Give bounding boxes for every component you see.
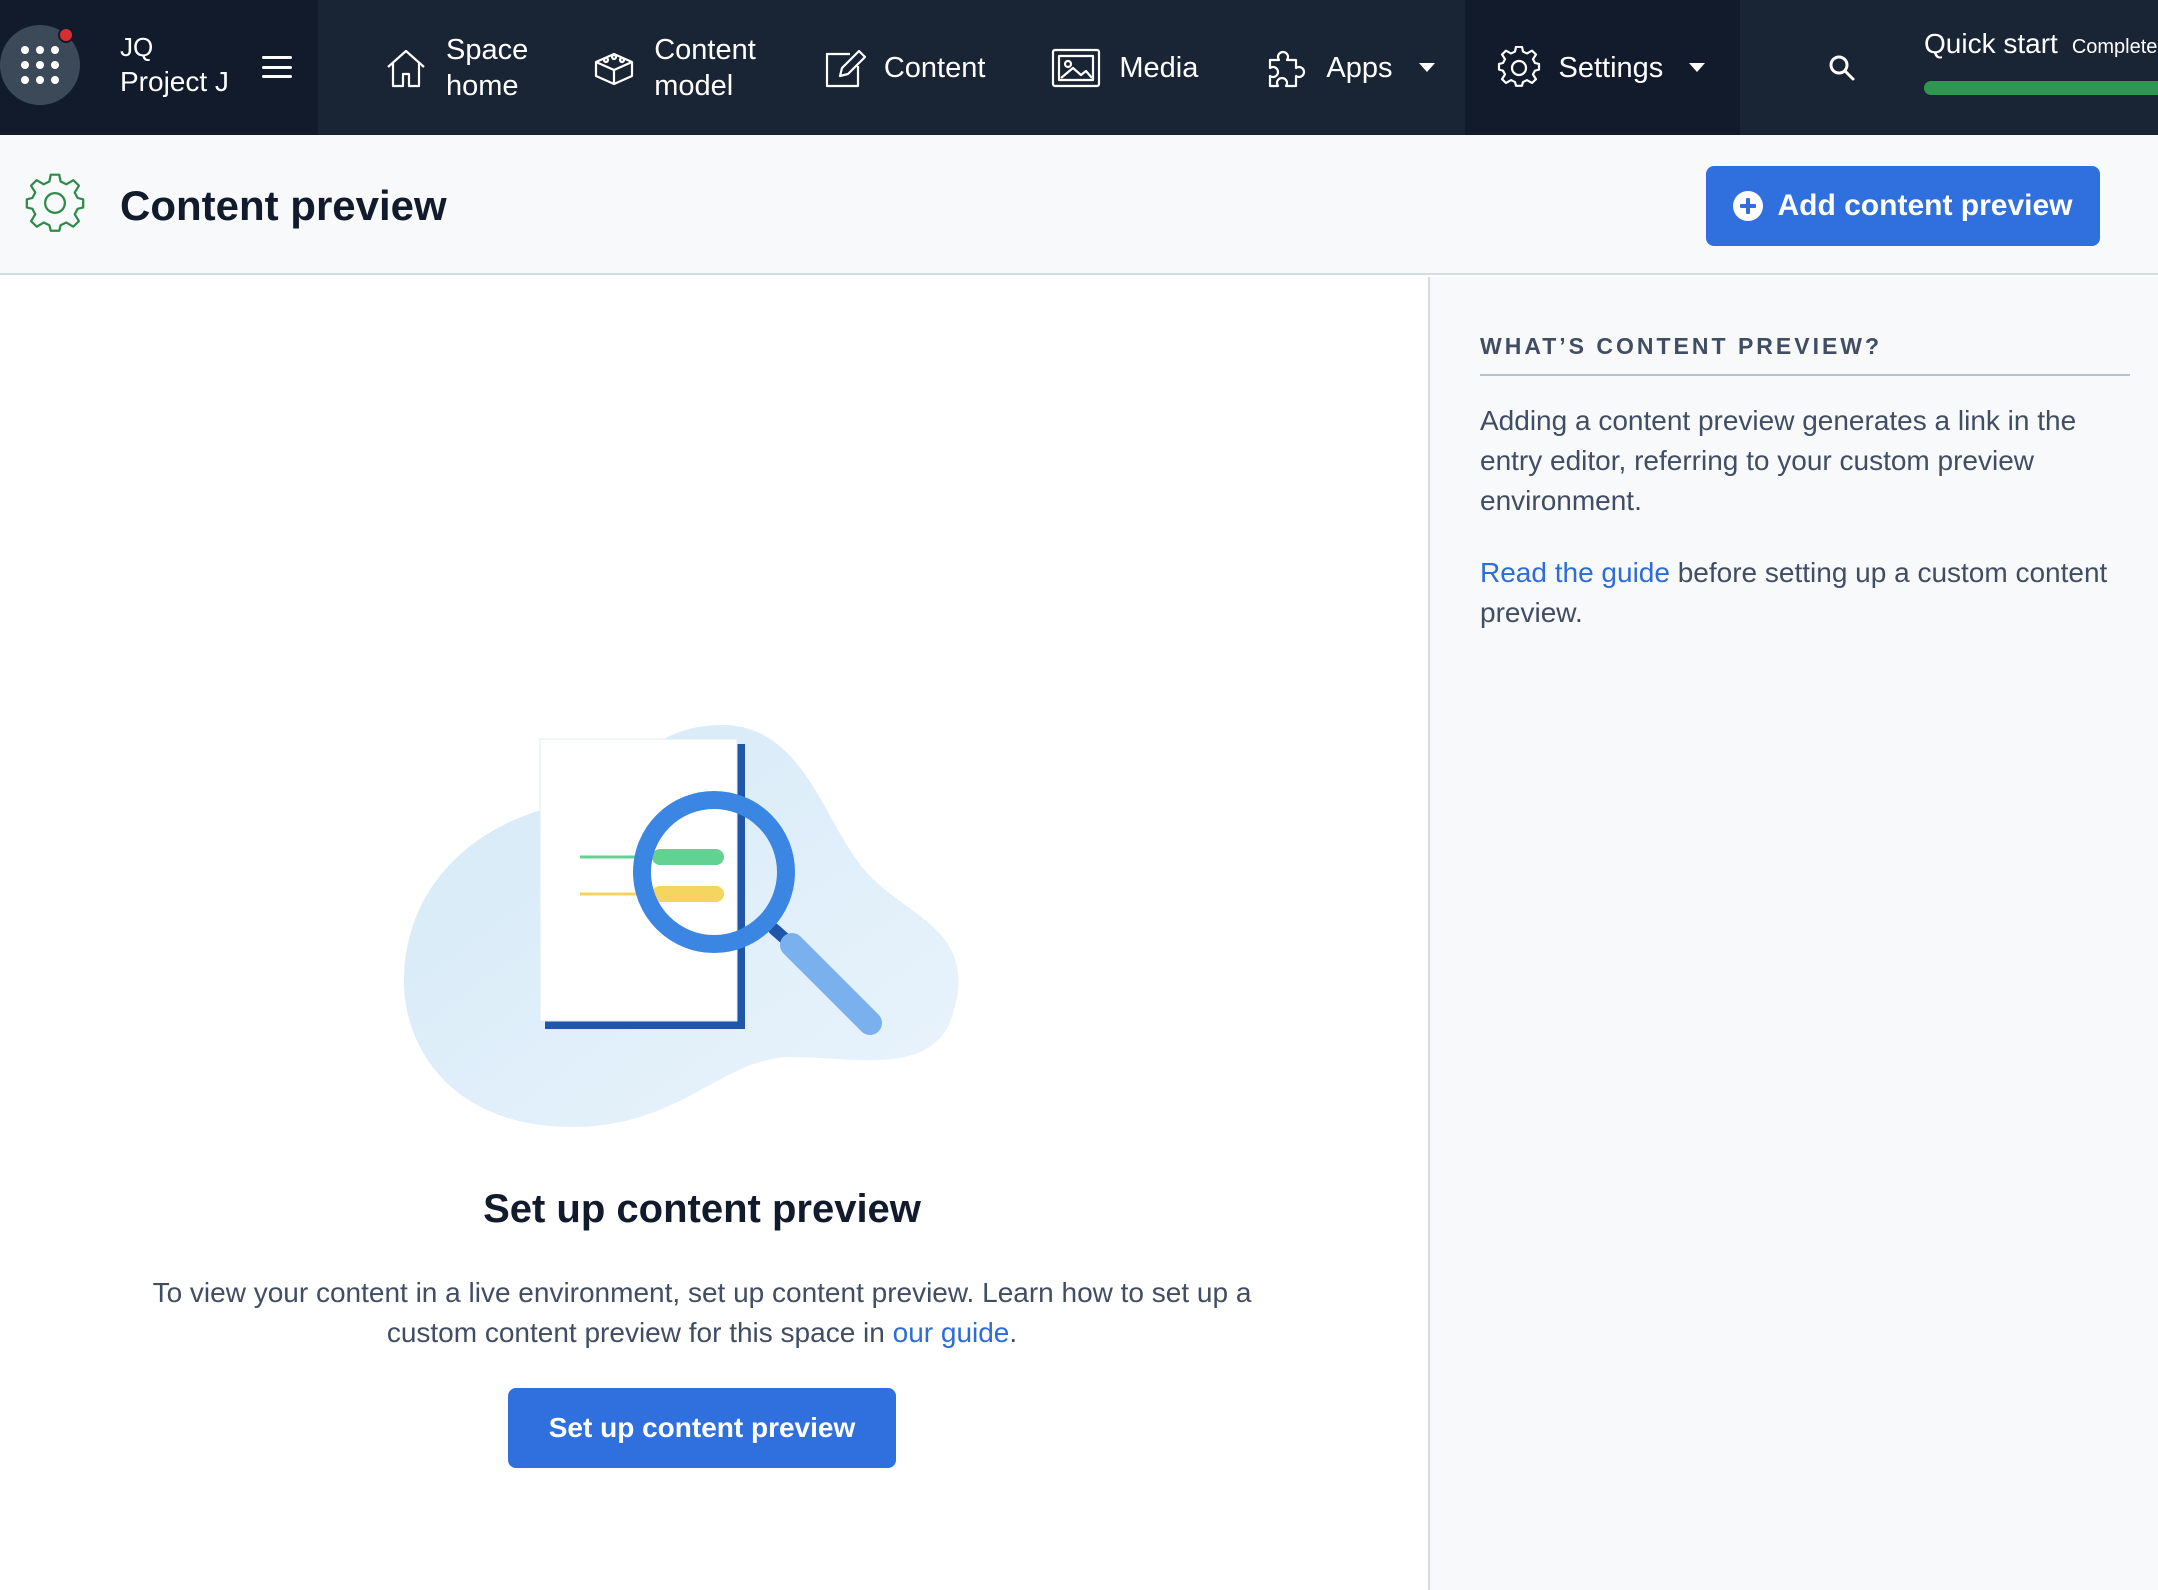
settings-gear-icon — [24, 172, 86, 239]
org-switcher[interactable]: JQ Project J — [0, 0, 318, 135]
sidebar-heading: WHAT’S CONTENT PREVIEW? — [1480, 333, 2130, 376]
nav-space-home[interactable]: Space home — [384, 0, 528, 135]
nav-space-home-label: Space home — [446, 33, 529, 102]
sidebar-guide-text: Read the guide before setting up a custo… — [1480, 553, 2130, 633]
chevron-down-icon — [1418, 63, 1435, 72]
quick-start-progress-bar — [1924, 81, 2158, 95]
nav-content-model-label: Content model — [654, 33, 756, 102]
help-sidebar: WHAT’S CONTENT PREVIEW? Adding a content… — [1428, 277, 2158, 1590]
add-content-preview-button[interactable]: Add content preview — [1706, 166, 2100, 246]
page-title: Content preview — [120, 182, 447, 229]
nav-settings[interactable]: Settings — [1464, 0, 1740, 135]
empty-state-description: To view your content in a live environme… — [130, 1273, 1274, 1353]
read-the-guide-link[interactable]: Read the guide — [1480, 557, 1670, 588]
chevron-down-icon — [1689, 63, 1706, 72]
nav-media[interactable]: Media — [1051, 0, 1198, 135]
apps-puzzle-icon — [1264, 46, 1308, 90]
nav-apps[interactable]: Apps — [1264, 0, 1435, 135]
nav-content-model[interactable]: Content model — [592, 0, 756, 135]
nav-content-label: Content — [883, 51, 986, 84]
quick-start-header: Quick start Complete — [1924, 28, 2158, 63]
org-initials: JQ — [120, 32, 154, 62]
content-model-icon — [592, 46, 636, 90]
nav-settings-label: Settings — [1558, 51, 1664, 84]
content-preview-illustration — [403, 725, 959, 1127]
sidebar-description: Adding a content preview generates a lin… — [1480, 405, 2077, 516]
empty-state-title: Set up content preview — [483, 1187, 921, 1231]
menu-icon[interactable] — [262, 56, 292, 78]
quick-start-title: Quick start — [1924, 28, 2058, 59]
quick-start-widget[interactable]: Quick start Complete — [1924, 28, 2158, 95]
nav-apps-label: Apps — [1326, 51, 1393, 84]
notification-dot — [58, 27, 74, 43]
page-header: Content preview Add content preview — [0, 135, 2158, 275]
search-icon — [1829, 55, 1854, 80]
gear-icon — [1497, 45, 1541, 90]
top-navigation: JQ Project J Space home Content model Co… — [0, 0, 2158, 135]
nav-media-label: Media — [1119, 51, 1199, 84]
empty-state-desc-text: To view your content in a live environme… — [152, 1277, 1252, 1348]
nav-content[interactable]: Content — [822, 0, 986, 135]
media-icon — [1051, 46, 1101, 90]
add-content-preview-label: Add content preview — [1777, 189, 2073, 222]
empty-state-desc-end: . — [1009, 1317, 1018, 1348]
plus-circle-icon — [1733, 191, 1764, 221]
space-name: Project J — [120, 66, 229, 97]
grid-icon — [21, 46, 59, 84]
app-launcher-button[interactable] — [0, 25, 80, 105]
content-edit-icon — [822, 46, 866, 90]
main-content: Set up content preview To view your cont… — [0, 277, 1428, 1590]
our-guide-link[interactable]: our guide — [893, 1317, 1010, 1348]
setup-content-preview-button[interactable]: Set up content preview — [508, 1388, 896, 1468]
space-info[interactable]: JQ Project J — [120, 30, 229, 100]
quick-start-status: Complete — [2071, 36, 2158, 58]
search-button[interactable] — [1802, 0, 1882, 135]
home-icon — [384, 46, 428, 90]
